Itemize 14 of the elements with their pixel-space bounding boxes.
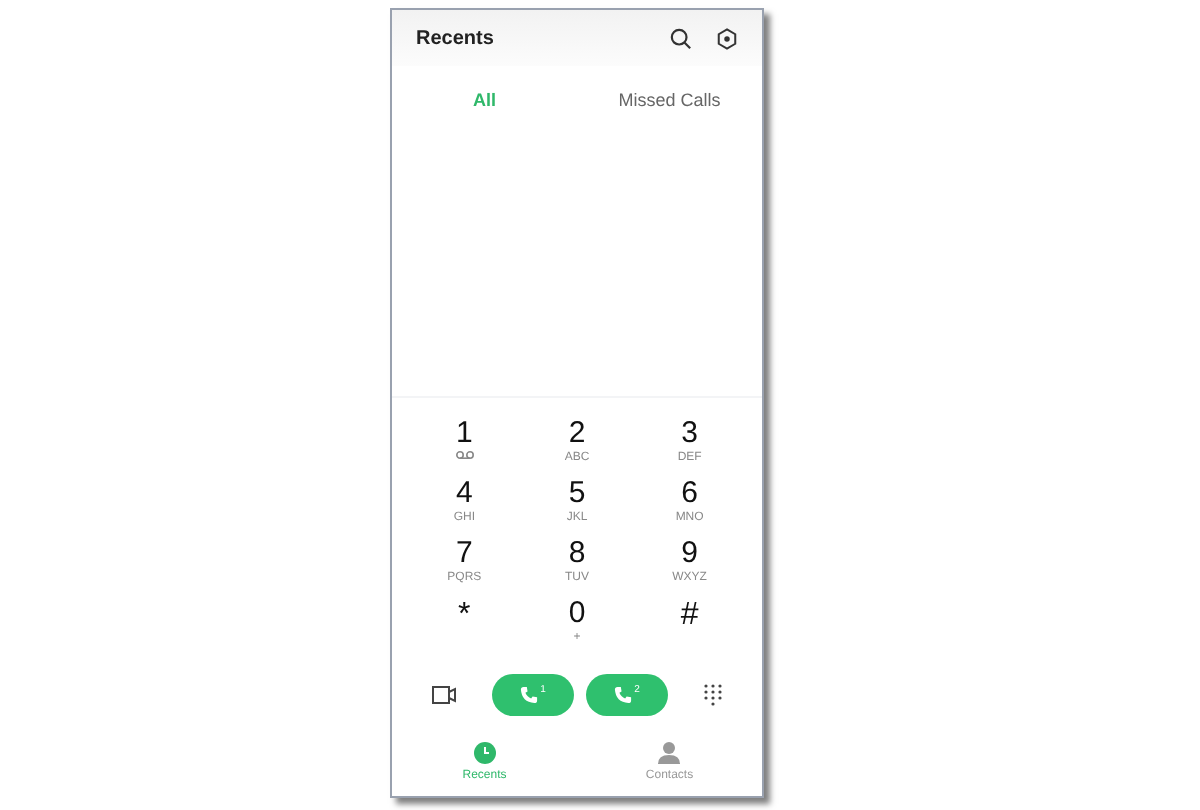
dialpad-icon[interactable] bbox=[704, 683, 722, 705]
settings-icon[interactable] bbox=[716, 27, 738, 49]
tab[interactable]: Missed Calls bbox=[577, 88, 762, 116]
dial-key[interactable]: # bbox=[633, 598, 746, 658]
phone-icon bbox=[614, 685, 633, 703]
dial-key[interactable]: 1 bbox=[408, 418, 521, 478]
clock-icon bbox=[473, 741, 496, 763]
voicemail-icon bbox=[455, 450, 474, 460]
dial-key[interactable]: * bbox=[408, 598, 521, 658]
person-icon bbox=[658, 741, 681, 763]
screen-title: Recents bbox=[416, 25, 496, 53]
video-call-icon[interactable] bbox=[432, 685, 456, 703]
phone-icon bbox=[520, 685, 539, 703]
search-icon[interactable] bbox=[670, 27, 692, 49]
